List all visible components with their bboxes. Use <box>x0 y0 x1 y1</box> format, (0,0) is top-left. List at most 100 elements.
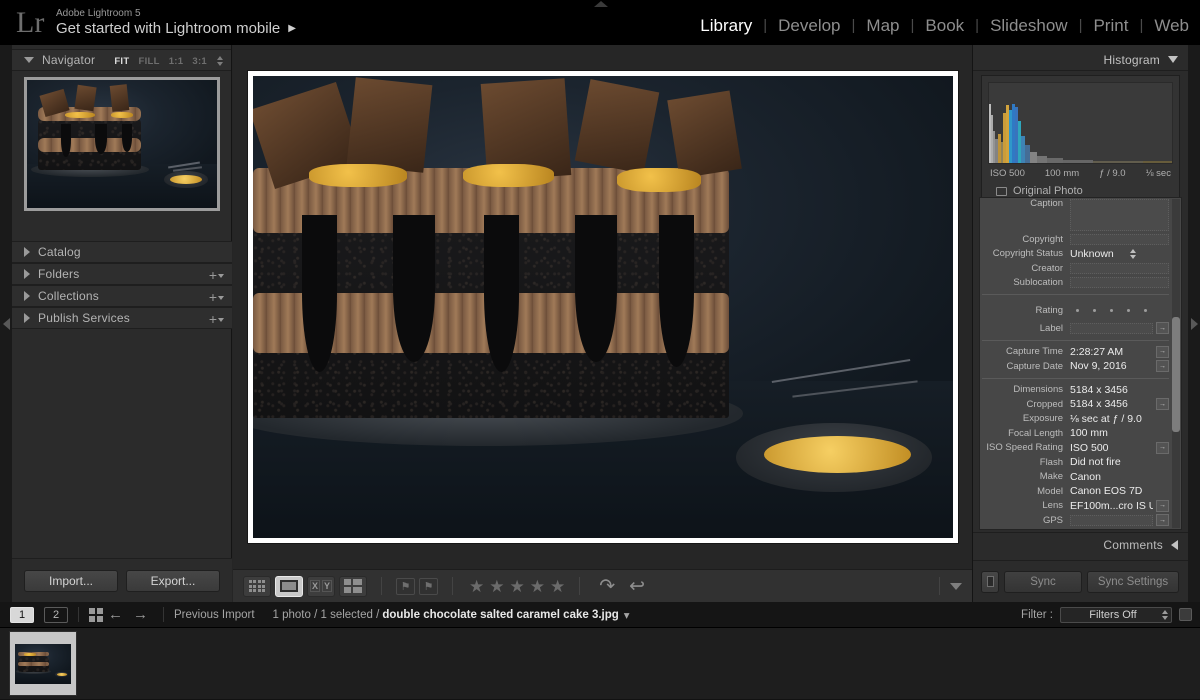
current-filename[interactable]: double chocolate salted caramel cake 3.j… <box>382 609 618 621</box>
forward-arrow-icon[interactable]: → <box>133 607 148 622</box>
navigator-header[interactable]: Navigator FIT FILL 1:1 3:1 <box>12 49 231 71</box>
star-icon-3[interactable]: ★ <box>510 578 525 595</box>
zoom-level-3-1[interactable]: 3:1 <box>192 56 207 67</box>
module-book[interactable]: Book <box>914 16 975 36</box>
module-map[interactable]: Map <box>855 16 910 36</box>
sidebar-item-collections[interactable]: Collections + <box>12 285 232 307</box>
disclosure-triangle-icon[interactable] <box>1168 56 1178 63</box>
survey-view-button[interactable] <box>339 575 367 597</box>
loupe-view-area[interactable] <box>233 45 972 569</box>
disclosure-triangle-icon[interactable] <box>24 291 30 301</box>
screen-1-button[interactable]: 1 <box>10 606 34 623</box>
disclosure-triangle-icon[interactable] <box>24 57 34 63</box>
star-icon-2[interactable]: ★ <box>489 578 504 595</box>
identity-plate[interactable]: Adobe Lightroom 5 Get started with Light… <box>56 7 296 38</box>
filename-chevron-down-icon[interactable]: ▾ <box>624 608 630 622</box>
top-panel-collapse-toggle[interactable] <box>594 1 610 8</box>
metadata-action-icon[interactable]: → <box>1156 499 1169 512</box>
rotate-right-icon[interactable]: ↩ <box>629 577 645 596</box>
right-panel-collapse-toggle[interactable] <box>1188 45 1200 602</box>
histogram-graph[interactable] <box>988 82 1173 164</box>
star-rating[interactable]: ★ ★ ★ ★ ★ <box>469 578 565 595</box>
grid-view-icon[interactable] <box>89 607 103 622</box>
metadata-input[interactable] <box>1070 233 1169 245</box>
stepper-icon[interactable] <box>1162 609 1168 620</box>
auto-sync-toggle[interactable] <box>981 570 999 593</box>
loupe-view-button[interactable] <box>275 575 303 597</box>
disclosure-triangle-icon[interactable] <box>24 269 30 279</box>
add-plus-icon[interactable]: + <box>209 312 224 326</box>
metadata-scrollbar[interactable] <box>1172 199 1180 528</box>
disclosure-triangle-icon[interactable] <box>1171 539 1178 550</box>
module-slideshow[interactable]: Slideshow <box>979 16 1079 36</box>
metadata-action-icon[interactable]: → <box>1156 345 1169 358</box>
metadata-action-icon[interactable]: → <box>1156 322 1169 335</box>
arrow-right-icon: → <box>1159 502 1166 510</box>
grid-view-button[interactable] <box>243 575 271 597</box>
metadata-action-icon[interactable]: → <box>1156 514 1169 527</box>
histogram-shutter: ⅛ sec <box>1145 168 1171 179</box>
source-label[interactable]: Previous Import <box>174 609 255 621</box>
metadata-input[interactable] <box>1070 514 1153 526</box>
rating-dots[interactable] <box>1070 308 1147 312</box>
star-icon-5[interactable]: ★ <box>550 578 565 595</box>
metadata-label: Copyright <box>1022 233 1063 245</box>
sidebar-item-folders[interactable]: Folders + <box>12 263 232 285</box>
metadata-label: Flash <box>1039 456 1063 468</box>
disclosure-triangle-icon[interactable] <box>24 247 30 257</box>
survey-view-icon <box>344 579 362 593</box>
module-library[interactable]: Library <box>689 16 763 36</box>
metadata-row: GPS → <box>980 513 1171 528</box>
play-arrow-icon[interactable]: ▶ <box>288 23 296 34</box>
zoom-level-1-1[interactable]: 1:1 <box>169 56 184 67</box>
zoom-stepper-icon[interactable] <box>217 56 223 66</box>
metadata-input[interactable] <box>1070 277 1169 289</box>
view-mode-group: XY <box>243 575 367 597</box>
sync-button[interactable]: Sync <box>1004 570 1082 593</box>
export-button[interactable]: Export... <box>126 569 220 592</box>
metadata-input[interactable] <box>1070 322 1153 334</box>
toolbar-options-chevron-down-icon[interactable] <box>950 582 962 590</box>
zoom-level-fill[interactable]: FILL <box>138 56 159 67</box>
caption-input[interactable] <box>1070 199 1169 231</box>
metadata-label: Rating <box>1035 304 1063 316</box>
add-plus-icon[interactable]: + <box>209 268 224 282</box>
histogram-header[interactable]: Histogram <box>973 49 1188 71</box>
sidebar-item-catalog[interactable]: Catalog <box>12 241 232 263</box>
rotate-left-icon[interactable]: ↷ <box>599 577 615 596</box>
metadata-divider <box>982 377 1169 379</box>
screen-2-button[interactable]: 2 <box>44 606 68 623</box>
metadata-input[interactable] <box>1070 262 1169 274</box>
zoom-level-fit[interactable]: FIT <box>114 56 129 67</box>
sidebar-item-publish-services[interactable]: Publish Services + <box>12 307 232 329</box>
star-icon-4[interactable]: ★ <box>530 578 545 595</box>
module-print[interactable]: Print <box>1082 16 1139 36</box>
filmstrip-thumbnail[interactable] <box>10 632 76 695</box>
flag-pick-button[interactable]: ⚑ <box>396 577 415 595</box>
scrollbar-thumb[interactable] <box>1172 317 1180 432</box>
add-plus-icon[interactable]: + <box>209 290 224 304</box>
arrow-right-icon: → <box>1159 516 1166 524</box>
star-icon-1[interactable]: ★ <box>469 578 484 595</box>
metadata-action-icon[interactable]: → <box>1156 398 1169 411</box>
comments-header[interactable]: Comments <box>973 532 1188 556</box>
filter-select[interactable]: Filters Off <box>1060 606 1172 623</box>
sync-settings-button[interactable]: Sync Settings <box>1087 570 1179 593</box>
left-panel-collapse-toggle[interactable] <box>0 45 12 602</box>
main-photo[interactable] <box>252 76 953 538</box>
flag-reject-button[interactable]: ⚑ <box>419 577 438 595</box>
filter-lock-button[interactable] <box>1179 608 1192 621</box>
compare-view-button[interactable]: XY <box>307 575 335 597</box>
metadata-value[interactable]: Unknown <box>1070 248 1169 260</box>
module-develop[interactable]: Develop <box>767 16 851 36</box>
checkbox-icon[interactable] <box>996 186 1007 196</box>
module-web[interactable]: Web <box>1143 16 1200 36</box>
metadata-action-icon[interactable]: → <box>1156 360 1169 373</box>
metadata-action-icon[interactable]: → <box>1156 441 1169 454</box>
import-button[interactable]: Import... <box>24 569 118 592</box>
stepper-icon[interactable] <box>1130 248 1136 259</box>
disclosure-triangle-icon[interactable] <box>24 313 30 323</box>
navigator-preview[interactable] <box>24 77 220 211</box>
metadata-label: Capture Time <box>1005 346 1063 358</box>
back-arrow-icon[interactable]: ← <box>108 607 123 622</box>
